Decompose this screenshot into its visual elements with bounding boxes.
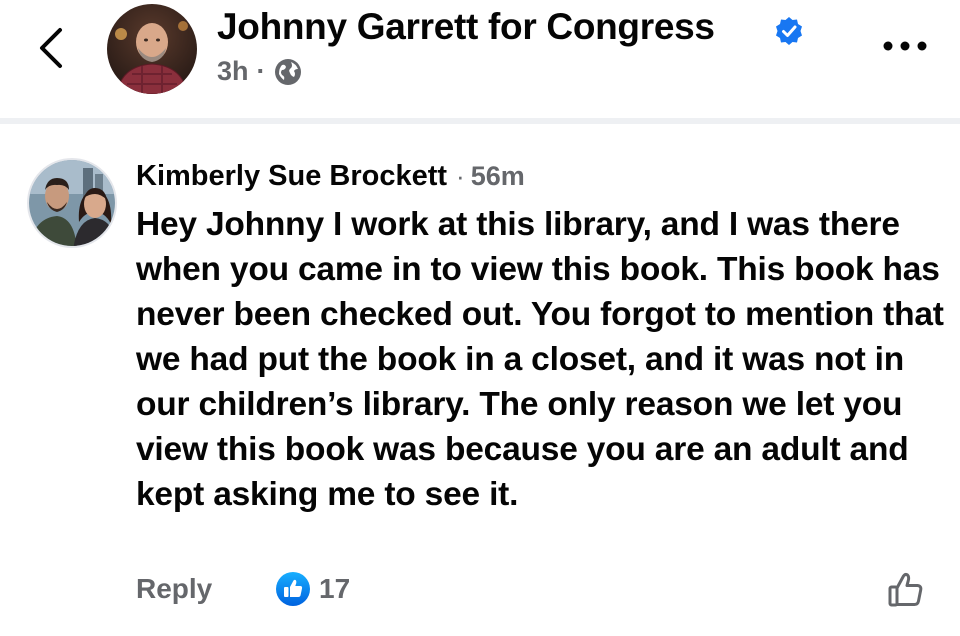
header-divider <box>0 118 960 124</box>
page-avatar[interactable] <box>107 4 197 94</box>
commenter-name[interactable]: Kimberly Sue Brockett <box>136 160 447 193</box>
page-avatar-image <box>107 4 197 94</box>
globe-icon <box>274 58 301 85</box>
comment-header: Kimberly Sue Brockett · 56m <box>136 160 525 193</box>
like-count: 17 <box>319 573 351 604</box>
post-time: 3h <box>217 56 249 86</box>
more-options-button[interactable] <box>882 36 928 56</box>
meta-separator: · <box>256 56 266 86</box>
post-meta: 3h · <box>217 56 302 87</box>
comment-time[interactable]: 56m <box>471 161 525 192</box>
thumbs-up-outline-icon <box>888 572 923 607</box>
commenter-avatar-image <box>29 160 115 246</box>
thumbs-up-badge-icon <box>276 572 310 606</box>
reply-button[interactable]: Reply <box>136 573 212 605</box>
comment-separator: · <box>456 161 465 191</box>
commenter-avatar[interactable] <box>27 158 117 248</box>
like-button[interactable] <box>886 570 926 610</box>
comment-text: Hey Johnny I work at this library, and I… <box>136 206 944 513</box>
chevron-left-icon <box>40 28 62 68</box>
more-horizontal-icon <box>883 41 927 51</box>
post-header: Johnny Garrett for Congress 3h · <box>0 0 960 118</box>
reaction-summary[interactable]: 17 <box>275 571 350 607</box>
page-name[interactable]: Johnny Garrett for Congress <box>217 6 715 48</box>
back-button[interactable] <box>28 22 80 74</box>
verified-badge-icon <box>776 17 802 45</box>
